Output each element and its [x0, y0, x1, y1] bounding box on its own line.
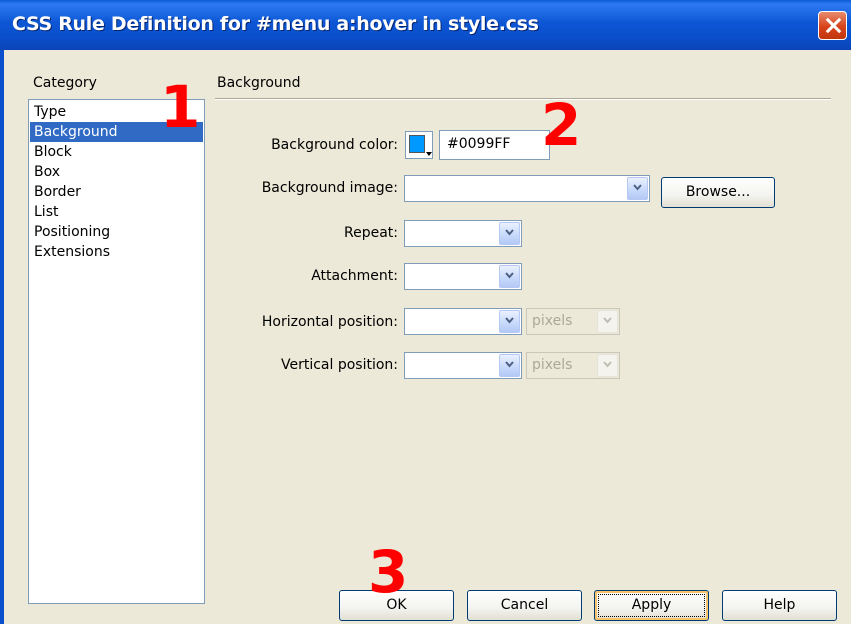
cancel-button[interactable]: Cancel	[467, 590, 582, 621]
close-icon[interactable]	[818, 11, 847, 40]
attachment-dropdown[interactable]	[499, 265, 520, 288]
color-swatch-icon[interactable]	[405, 131, 433, 159]
attachment-select[interactable]	[404, 263, 522, 290]
title-bar: CSS Rule Definition for #menu a:hover in…	[0, 0, 851, 50]
chevron-down-icon	[505, 316, 514, 325]
chevron-down-icon	[426, 152, 432, 156]
chevron-down-icon	[633, 183, 642, 192]
bg-image-select[interactable]	[404, 175, 650, 202]
bg-image-dropdown[interactable]	[627, 177, 648, 200]
help-button[interactable]: Help	[722, 590, 837, 621]
vpos-select[interactable]	[404, 352, 522, 379]
hpos-select[interactable]	[404, 308, 522, 335]
chevron-down-icon	[505, 271, 514, 280]
hpos-unit-dropdown	[597, 310, 618, 333]
category-item-block[interactable]: Block	[33, 142, 204, 162]
hpos-unit-value: pixels	[532, 313, 573, 329]
hpos-label: Horizontal position:	[261, 314, 398, 330]
category-item-positioning[interactable]: Positioning	[33, 222, 204, 242]
attachment-label: Attachment:	[311, 268, 398, 284]
window-border	[0, 50, 4, 624]
category-heading: Category	[33, 75, 97, 91]
annotation-1: 1	[160, 73, 201, 141]
annotation-3: 3	[368, 538, 409, 606]
category-list[interactable]: Type Background Block Box Border List Po…	[28, 99, 205, 604]
panel-heading: Background	[217, 75, 301, 91]
chevron-down-icon	[603, 316, 612, 325]
repeat-select[interactable]	[404, 220, 522, 247]
browse-button[interactable]: Browse...	[661, 177, 775, 208]
vpos-unit-dropdown	[597, 354, 618, 377]
chevron-down-icon	[505, 360, 514, 369]
category-item-border[interactable]: Border	[33, 182, 204, 202]
chevron-down-icon	[603, 360, 612, 369]
bg-image-label: Background image:	[261, 180, 398, 196]
window-title: CSS Rule Definition for #menu a:hover in…	[12, 13, 539, 35]
hpos-dropdown[interactable]	[499, 310, 520, 333]
chevron-down-icon	[505, 228, 514, 237]
color-swatch-fill	[409, 135, 425, 153]
panel-divider	[215, 98, 831, 100]
annotation-2: 2	[541, 91, 582, 159]
category-item-extensions[interactable]: Extensions	[33, 242, 204, 262]
repeat-dropdown[interactable]	[499, 222, 520, 245]
vpos-dropdown[interactable]	[499, 354, 520, 377]
hpos-unit-select: pixels	[526, 308, 620, 335]
apply-button[interactable]: Apply	[594, 590, 709, 621]
vpos-label: Vertical position:	[280, 357, 398, 373]
vpos-unit-value: pixels	[532, 357, 573, 373]
bg-color-input[interactable]: #0099FF	[439, 130, 550, 160]
repeat-label: Repeat:	[344, 225, 398, 241]
category-item-box[interactable]: Box	[33, 162, 204, 182]
vpos-unit-select: pixels	[526, 352, 620, 379]
category-item-list[interactable]: List	[33, 202, 204, 222]
bg-color-label: Background color:	[271, 137, 398, 153]
